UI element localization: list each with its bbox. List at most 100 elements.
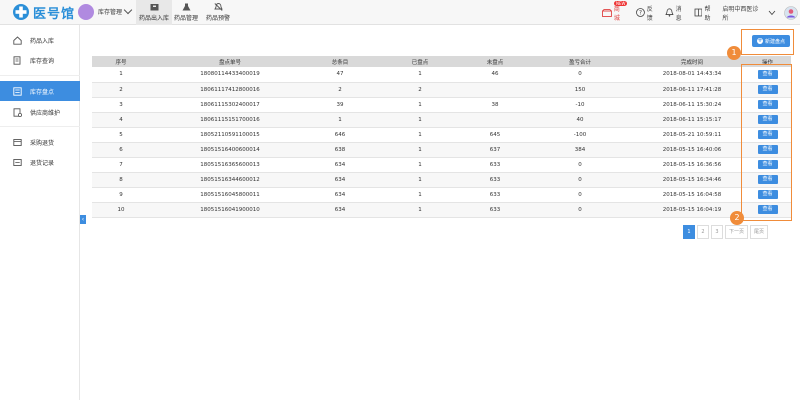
tab-label: 药品预警 xyxy=(205,15,230,22)
question-icon: ? xyxy=(635,8,645,17)
feedback-link[interactable]: ? 反馈 xyxy=(635,4,659,22)
sidebar-item-supplier[interactable]: 供应商维护 xyxy=(0,102,80,122)
table-cell: 1 xyxy=(370,112,470,128)
sidebar-item-label: 供应商维护 xyxy=(30,109,61,117)
inventory-table: 序号 盘点单号 总条目 已盘点 未盘点 盈亏合计 完成时间 操作 1 180801… xyxy=(92,56,791,218)
tab-label: 药品管理 xyxy=(173,15,198,22)
last-page-button[interactable]: 尾页 xyxy=(750,225,769,239)
table-cell: 2 xyxy=(370,82,470,98)
sidebar-item-inventory-check[interactable]: 库存盘点 xyxy=(0,81,80,101)
table-cell: 46 xyxy=(470,67,520,83)
bell-off-icon xyxy=(213,3,223,11)
table-cell: 8 xyxy=(92,172,150,188)
user-avatar[interactable] xyxy=(784,5,800,20)
table-cell: 1 xyxy=(370,97,470,113)
sidebar-divider xyxy=(0,75,80,76)
table-cell: 634 xyxy=(310,157,370,173)
table-row: 10 18051516041900010 634 1 633 0 2018-05-15 16… xyxy=(92,202,791,218)
app-logo[interactable]: 医号馆 xyxy=(12,3,76,22)
clinic-name: 启明中西医诊所 xyxy=(722,5,759,22)
shop-icon xyxy=(602,8,612,17)
table-cell: 2018-05-15 16:34:46 xyxy=(640,172,744,188)
table-cell: 633 xyxy=(470,187,520,203)
table-cell: 1 xyxy=(370,172,470,188)
table-cell: 0 xyxy=(520,187,640,203)
feedback-label: 反馈 xyxy=(646,5,653,22)
table-cell: 633 xyxy=(470,172,520,188)
table-cell: 18051516365600013 xyxy=(150,157,310,173)
module-dropdown[interactable]: 库存管理 xyxy=(98,5,133,16)
return-icon xyxy=(13,138,22,146)
table-cell: 18080114433400019 xyxy=(150,67,310,83)
table-cell: 0 xyxy=(520,67,640,83)
sidebar-item-label: 库存查询 xyxy=(30,57,55,65)
tab-stock-in-out[interactable]: 药品出入库 xyxy=(136,0,172,25)
page-button[interactable]: 3 xyxy=(711,225,723,239)
table-row: 2 18061117412800016 2 2 150 2018-06-11 17:41:… xyxy=(92,82,791,98)
box-icon xyxy=(150,4,158,11)
table-cell: 2018-06-11 17:41:28 xyxy=(640,82,744,98)
table-cell: 18061117412800016 xyxy=(150,82,310,98)
help-label: 帮助 xyxy=(704,5,711,22)
sidebar-item-return-records[interactable]: 退货记录 xyxy=(0,152,80,172)
table-cell: -10 xyxy=(520,97,640,113)
column-header: 盈亏合计 xyxy=(520,56,640,67)
shop-label: 商城 xyxy=(613,5,620,22)
annotation-marker: 1 xyxy=(727,46,741,60)
table-cell xyxy=(470,82,520,98)
sidebar-collapse-button[interactable]: ‹ xyxy=(80,215,86,224)
app-name: 医号馆 xyxy=(33,6,76,22)
top-right-actions: 商城 NEW ? 反馈 消息 帮助 启明中西医诊所 xyxy=(596,0,800,25)
table-cell: 9 xyxy=(92,187,150,203)
sidebar-item-label: 库存盘点 xyxy=(30,88,55,96)
page-button[interactable]: 1 xyxy=(683,225,695,239)
book-icon xyxy=(694,8,702,17)
table-cell: 18051516041900010 xyxy=(150,202,310,218)
shop-link[interactable]: 商城 NEW xyxy=(602,0,628,22)
module-avatar-icon[interactable] xyxy=(78,4,94,20)
module-dropdown-label: 库存管理 xyxy=(98,9,123,16)
sidebar-item-label: 退货记录 xyxy=(30,159,55,167)
clinic-switcher[interactable]: 启明中西医诊所 xyxy=(722,4,778,22)
table-cell: 7 xyxy=(92,157,150,173)
table-row: 9 18051516045800011 634 1 633 0 2018-05-15 16:… xyxy=(92,187,791,203)
table-cell: 2018-06-11 15:30:24 xyxy=(640,97,744,113)
table-cell: 5 xyxy=(92,127,150,143)
column-header: 总条目 xyxy=(310,56,370,67)
chevron-down-icon xyxy=(123,5,133,15)
table-cell: 40 xyxy=(520,112,640,128)
table-cell: 0 xyxy=(520,172,640,188)
table-cell: 2018-05-15 16:36:56 xyxy=(640,157,744,173)
table-cell: 1 xyxy=(370,157,470,173)
tab-drug-management[interactable]: 药品管理 xyxy=(168,0,204,25)
messages-link[interactable]: 消息 xyxy=(665,4,688,22)
table-row: 7 18051516365600013 634 1 633 0 2018-05-15 16:… xyxy=(92,157,791,173)
table-cell: 1 xyxy=(370,187,470,203)
table-cell: 1 xyxy=(310,112,370,128)
next-page-button[interactable]: 下一页 xyxy=(725,225,749,239)
help-link[interactable]: 帮助 xyxy=(694,4,717,22)
table-cell: 634 xyxy=(310,187,370,203)
table-row: 6 18051516400600014 638 1 637 384 2018-05-15 1… xyxy=(92,142,791,158)
table-cell: 2018-05-15 16:04:19 xyxy=(640,202,744,218)
table-cell: 638 xyxy=(310,142,370,158)
table-cell: 47 xyxy=(310,67,370,83)
messages-label: 消息 xyxy=(675,5,682,22)
table-cell: 2018-05-15 16:40:06 xyxy=(640,142,744,158)
sidebar-item-purchase-return[interactable]: 采购退货 xyxy=(0,132,80,152)
home-icon xyxy=(13,35,22,45)
table-cell: -100 xyxy=(520,127,640,143)
table-cell: 6 xyxy=(92,142,150,158)
table-cell: 2018-08-01 14:43:34 xyxy=(640,67,744,83)
sidebar: 药品入库 库存查询 库存盘点 供应商维护 采购退货 退货记录 xyxy=(0,25,80,400)
table-row: 5 18052110591100015 646 1 645 -100 2018-05-21 … xyxy=(92,127,791,143)
record-icon xyxy=(13,158,22,166)
sidebar-item-stock-in[interactable]: 药品入库 xyxy=(0,30,80,50)
sidebar-item-stock-query[interactable]: 库存查询 xyxy=(0,50,80,70)
tab-drug-warning[interactable]: 药品预警 xyxy=(200,0,236,25)
table-cell: 18051516400600014 xyxy=(150,142,310,158)
table-row: 3 18061115302400017 39 1 38 -10 2018-06-11 15:… xyxy=(92,97,791,113)
logo-cross-icon xyxy=(12,3,30,21)
table-row: 4 18061115151700016 1 1 40 2018-06-11 15:15:1… xyxy=(92,112,791,128)
page-button[interactable]: 2 xyxy=(697,225,709,239)
